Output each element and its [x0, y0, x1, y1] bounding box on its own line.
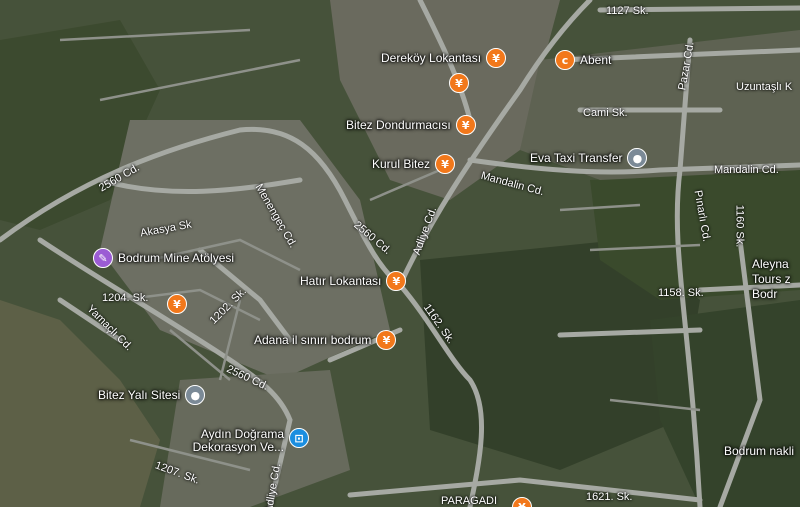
street-label: 1160 Sk.	[733, 204, 746, 248]
poi-bitez-yali-sitesi[interactable]: Bitez Yalı Sitesi ●	[98, 385, 206, 405]
street-label: Cami Sk.	[583, 107, 628, 119]
street-label: Uzuntaşlı K	[736, 81, 793, 93]
dot-icon: ●	[185, 385, 206, 405]
poi-aleyna-tours-label[interactable]: Aleyna Tours z Bodr	[752, 257, 798, 302]
fork-knife-icon[interactable]: ¥	[449, 73, 469, 93]
poi-label: Bitez Dondurmacısı	[346, 118, 451, 132]
poi-label: Adana il sınırı bodrum	[254, 333, 372, 347]
poi-label: Dereköy Lokantası	[381, 51, 482, 65]
poi-kurul-bitez[interactable]: Kurul Bitez ¥	[372, 154, 456, 174]
poi-adana-il-siniri-bodrum[interactable]: Adana il sınırı bodrum ¥	[254, 330, 397, 350]
poi-derekoy-lokantasi[interactable]: Dereköy Lokantası ¥	[381, 48, 507, 68]
poi-label: Hatır Lokantası	[300, 274, 382, 288]
fork-knife-icon: ¥	[435, 154, 456, 174]
fork-knife-icon: ¥	[486, 48, 507, 68]
street-label: 1621. Sk.	[586, 491, 633, 503]
fork-knife-icon: ¥	[455, 115, 476, 135]
street-label: 1204. Sk.	[102, 292, 149, 304]
poi-bodrum-mine-atolyesi[interactable]: ✎ Bodrum Mine Atölyesi	[93, 248, 234, 268]
poi-label: Abent	[580, 53, 612, 67]
street-label: 1127 Sk.	[606, 5, 649, 17]
poi-hatir-lokantasi[interactable]: Hatır Lokantası ¥	[300, 271, 407, 291]
satellite-map[interactable]: 1127 Sk. Pazar Cd. Uzuntaşlı K Cami Sk. …	[0, 0, 800, 507]
cup-icon: c	[555, 50, 575, 70]
bag-icon: ⊡	[289, 428, 309, 448]
poi-label: Eva Taxi Transfer	[530, 151, 623, 165]
street-label: PARAGADI	[441, 495, 498, 507]
poi-label: Aydın Doğrama Dekorasyon Ve...	[192, 427, 284, 454]
street-label: Mandalin Cd.	[714, 164, 779, 176]
poi-bodrum-nakli-label[interactable]: Bodrum nakli	[724, 444, 794, 458]
fork-knife-icon[interactable]: ¥	[167, 294, 187, 314]
poi-label: Bodrum Mine Atölyesi	[118, 251, 235, 265]
fork-knife-icon: ¥	[376, 330, 397, 350]
poi-bitez-dondurmacisi[interactable]: Bitez Dondurmacısı ¥	[346, 115, 476, 135]
poi-label: Kurul Bitez	[372, 157, 431, 171]
fork-knife-icon: ¥	[386, 271, 407, 291]
dot-icon: ●	[627, 148, 648, 168]
poi-aydin-dograma[interactable]: Aydın Doğrama Dekorasyon Ve... ⊡	[174, 428, 309, 454]
palette-icon: ✎	[93, 248, 113, 268]
poi-abent[interactable]: c Abent	[555, 50, 611, 70]
poi-label: Bitez Yalı Sitesi	[98, 388, 181, 402]
poi-eva-taxi-transfer[interactable]: Eva Taxi Transfer ●	[530, 148, 648, 168]
street-label: 1158. Sk.	[658, 287, 704, 299]
